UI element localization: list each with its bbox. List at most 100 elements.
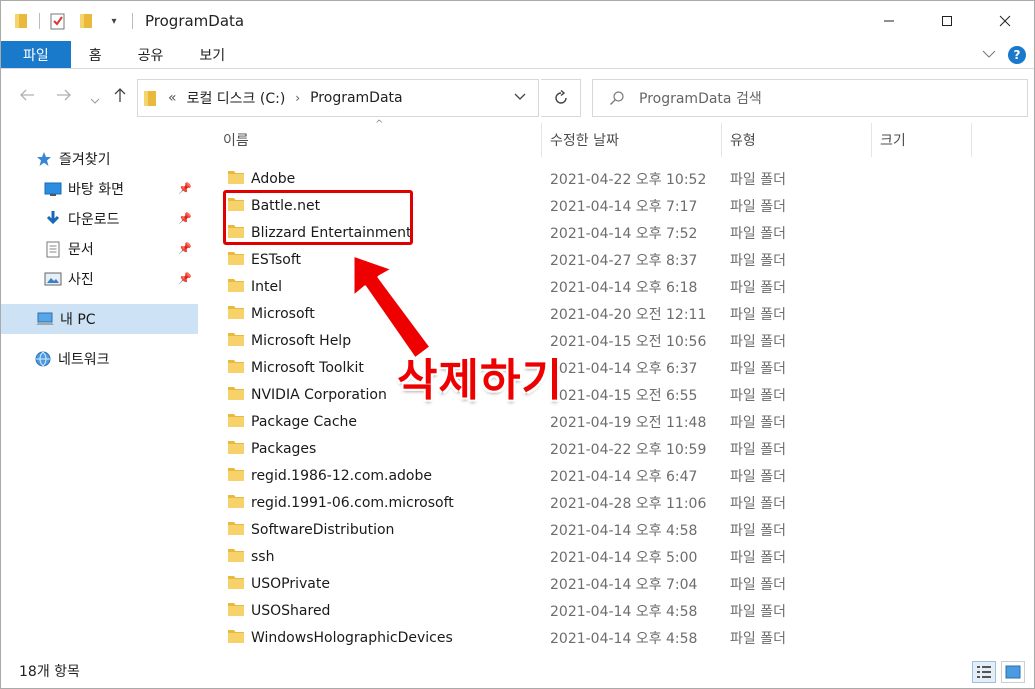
table-row[interactable]: Microsoft Help 2021-04-15 오전 10:56 파일 폴더 (201, 327, 1034, 354)
refresh-button[interactable] (541, 79, 581, 117)
network-icon (34, 350, 52, 368)
file-type: 파일 폴더 (730, 360, 786, 377)
breadcrumb-local-disk[interactable]: 로컬 디스크 (C:) (187, 88, 286, 108)
table-row[interactable]: SoftwareDistribution 2021-04-14 오후 4:58 파일… (201, 516, 1034, 543)
table-row[interactable]: ESTsoft 2021-04-27 오후 8:37 파일 폴더 (201, 246, 1034, 273)
file-type: 파일 폴더 (730, 306, 786, 323)
pin-icon[interactable]: 📌 (178, 242, 192, 255)
file-type: 파일 폴더 (730, 549, 786, 566)
folder-icon (228, 279, 244, 292)
ribbon-right-controls: ? (982, 41, 1026, 69)
breadcrumb-programdata[interactable]: ProgramData (310, 90, 403, 106)
folder-icon (228, 576, 244, 589)
picture-icon (44, 270, 62, 288)
file-name: Intel (251, 278, 282, 295)
window-title: ProgramData (145, 12, 245, 30)
table-row[interactable]: ssh 2021-04-14 오후 5:00 파일 폴더 (201, 543, 1034, 570)
file-type: 파일 폴더 (730, 603, 786, 620)
table-row[interactable]: USOPrivate 2021-04-14 오후 7:04 파일 폴더 (201, 570, 1034, 597)
folder-icon (228, 252, 244, 265)
details-view-button[interactable] (972, 661, 996, 683)
file-date: 2021-04-14 오후 4:58 (550, 522, 698, 539)
expand-ribbon-icon[interactable] (982, 48, 996, 63)
table-row[interactable]: WindowsHolographicDevices 2021-04-14 오후 4… (201, 624, 1034, 651)
up-icon[interactable] (113, 87, 127, 107)
sidebar-item-label: 즐겨찾기 (59, 152, 111, 168)
folder-icon (11, 11, 31, 31)
file-name: regid.1986-12.com.adobe (251, 467, 433, 484)
search-placeholder: ProgramData 검색 (639, 91, 762, 107)
details-view-icon (977, 666, 991, 678)
table-row[interactable]: Intel 2021-04-14 오후 6:18 파일 폴더 (201, 273, 1034, 300)
file-type: 파일 폴더 (730, 171, 786, 188)
column-header-date[interactable]: 수정한 날짜 (542, 123, 722, 157)
maximize-button[interactable] (918, 1, 976, 41)
file-name: USOPrivate (251, 575, 330, 592)
file-date: 2021-04-14 오후 7:52 (550, 225, 698, 242)
address-bar[interactable]: « 로컬 디스크 (C:) › ProgramData (137, 79, 539, 117)
new-folder-icon[interactable] (76, 11, 96, 31)
file-name: Package Cache (251, 413, 358, 430)
table-row[interactable]: regid.1986-12.com.adobe 2021-04-14 오후 6:4… (201, 462, 1034, 489)
file-name: WindowsHolographicDevices (251, 629, 453, 646)
customize-dropdown-icon[interactable]: ▾ (104, 11, 124, 31)
sidebar-item-pictures[interactable]: 사진 📌 (1, 264, 198, 294)
pin-icon[interactable]: 📌 (178, 272, 192, 285)
table-row[interactable]: NVIDIA Corporation 2021-04-15 오전 6:55 파일 폴… (201, 381, 1034, 408)
folder-icon (228, 441, 244, 454)
file-name: ESTsoft (251, 251, 301, 268)
properties-icon[interactable] (48, 11, 68, 31)
tab-view[interactable]: 보기 (181, 41, 243, 68)
sidebar-item-quick-access[interactable]: 즐겨찾기 (1, 144, 198, 174)
toolbar-divider (132, 13, 133, 29)
file-type: 파일 폴더 (730, 441, 786, 458)
table-row[interactable]: Microsoft 2021-04-20 오전 12:11 파일 폴더 (201, 300, 1034, 327)
column-header-type[interactable]: 유형 (722, 123, 872, 157)
file-type: 파일 폴더 (730, 414, 786, 431)
file-date: 2021-04-15 오전 10:56 (550, 333, 707, 350)
chevron-down-icon[interactable] (514, 90, 526, 104)
file-type: 파일 폴더 (730, 576, 786, 593)
tab-file[interactable]: 파일 (1, 41, 71, 68)
folder-icon (228, 360, 244, 373)
column-header-name[interactable]: 이름 (201, 123, 542, 157)
pin-icon[interactable]: 📌 (178, 212, 192, 225)
tab-share[interactable]: 공유 (120, 41, 182, 68)
tab-home[interactable]: 홈 (71, 41, 120, 68)
folder-icon (144, 90, 156, 106)
chevron-right-icon[interactable]: › (295, 91, 300, 105)
help-icon[interactable]: ? (1008, 46, 1026, 64)
quick-access-toolbar: ▾ ProgramData (1, 1, 244, 41)
breadcrumb-overflow[interactable]: « (168, 90, 177, 106)
download-icon (44, 210, 62, 228)
table-row[interactable]: Microsoft Toolkit 2021-04-14 오후 6:37 파일 폴더 (201, 354, 1034, 381)
file-type: 파일 폴더 (730, 522, 786, 539)
sidebar-item-this-pc[interactable]: 내 PC (1, 304, 198, 334)
sidebar-item-label: 다운로드 (68, 212, 120, 228)
table-row[interactable]: Package Cache 2021-04-19 오전 11:48 파일 폴더 (201, 408, 1034, 435)
folder-icon (228, 522, 244, 535)
recent-locations-icon[interactable] (90, 90, 100, 109)
back-icon[interactable] (19, 87, 35, 106)
table-row[interactable]: Adobe 2021-04-22 오후 10:52 파일 폴더 (201, 165, 1034, 192)
ribbon-tabs: 파일 홈 공유 보기 ? (1, 41, 1034, 69)
file-type: 파일 폴더 (730, 225, 786, 242)
sidebar-item-network[interactable]: 네트워크 (1, 344, 198, 374)
pin-icon[interactable]: 📌 (178, 182, 192, 195)
search-input[interactable]: ProgramData 검색 (592, 79, 1028, 117)
large-icons-view-button[interactable] (1001, 661, 1025, 683)
folder-icon (228, 549, 244, 562)
large-icons-view-icon (1005, 665, 1021, 679)
file-date: 2021-04-14 오후 6:18 (550, 279, 698, 296)
column-header-size[interactable]: 크기 (872, 123, 972, 157)
sidebar-item-downloads[interactable]: 다운로드 📌 (1, 204, 198, 234)
table-row[interactable]: regid.1991-06.com.microsoft 2021-04-28 오후… (201, 489, 1034, 516)
minimize-button[interactable] (860, 1, 918, 41)
file-date: 2021-04-27 오후 8:37 (550, 252, 698, 269)
forward-icon[interactable] (56, 87, 72, 106)
table-row[interactable]: Packages 2021-04-22 오후 10:59 파일 폴더 (201, 435, 1034, 462)
sidebar-item-documents[interactable]: 문서 📌 (1, 234, 198, 264)
sidebar-item-desktop[interactable]: 바탕 화면 📌 (1, 174, 198, 204)
close-button[interactable] (976, 1, 1034, 41)
table-row[interactable]: USOShared 2021-04-14 오후 4:58 파일 폴더 (201, 597, 1034, 624)
